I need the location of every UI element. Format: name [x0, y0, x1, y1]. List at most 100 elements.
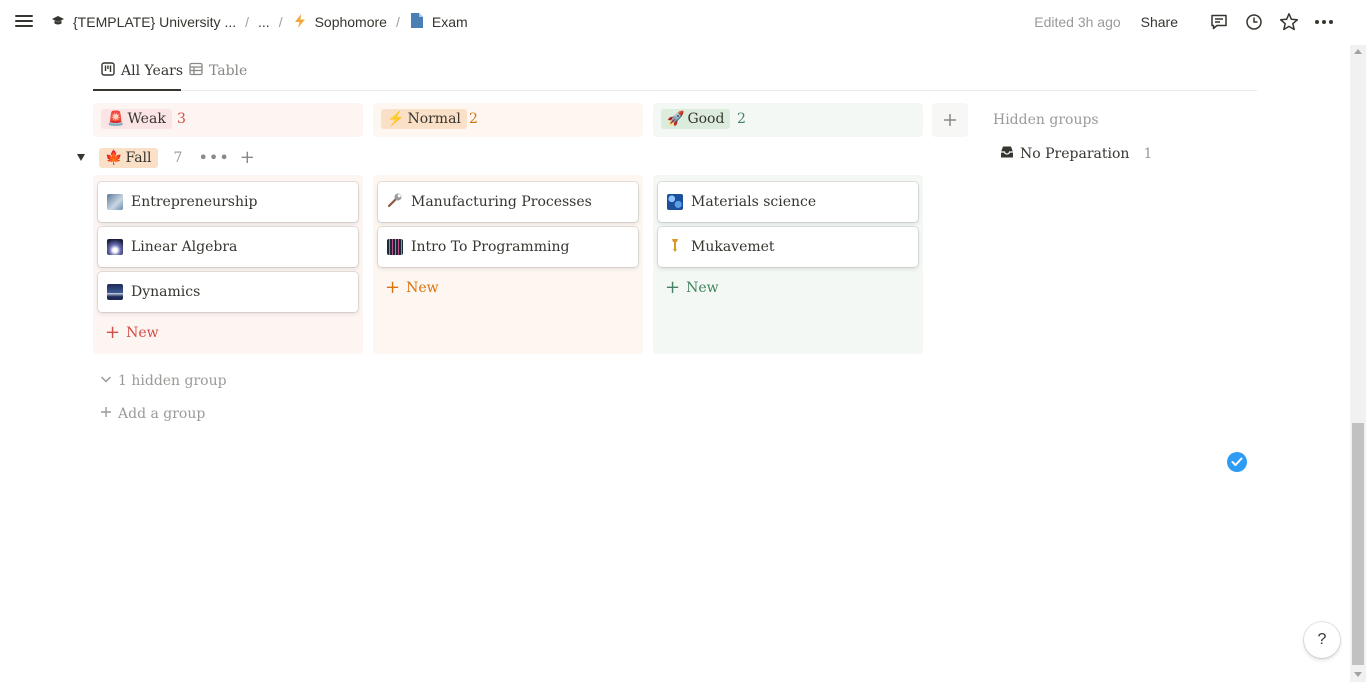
column-header-weak[interactable]: 🚨 Weak 3 [93, 103, 363, 137]
column-header-normal[interactable]: ⚡ Normal 2 [373, 103, 643, 137]
hidden-group-count: 1 [1143, 146, 1153, 162]
column-label: Weak [127, 111, 166, 127]
cover-thumbnail-icon [107, 194, 123, 210]
new-label: New [126, 325, 159, 341]
breadcrumb-item-exam[interactable]: Exam [409, 13, 468, 31]
rocket-icon: 🚀 [667, 111, 685, 127]
breadcrumb-label: ... [258, 14, 270, 30]
group-more-icon[interactable]: ••• [198, 148, 229, 167]
inbox-icon [1000, 145, 1014, 163]
cover-thumbnail-icon [107, 239, 123, 255]
breadcrumb: {TEMPLATE} University ... / ... / Sophom… [50, 13, 468, 31]
collapse-triangle-icon[interactable] [77, 154, 85, 161]
top-right-actions: Edited 3h ago Share [1034, 12, 1334, 32]
card-title: Dynamics [131, 284, 201, 300]
breadcrumb-item-university[interactable]: {TEMPLATE} University ... [50, 14, 236, 31]
card-title: Materials science [691, 194, 817, 210]
cover-thumbnail-icon [387, 239, 403, 255]
hidden-group-toggle[interactable]: 1 hidden group [100, 373, 227, 389]
help-button[interactable]: ? [1304, 622, 1340, 658]
maple-leaf-icon: 🍁 [105, 149, 123, 166]
card-title: Intro To Programming [411, 239, 570, 255]
new-label: New [686, 280, 719, 296]
breadcrumb-item-ellipsis[interactable]: ... [258, 14, 270, 30]
lightning-icon [292, 13, 308, 31]
card-materials-science[interactable]: Materials science [658, 182, 918, 222]
breadcrumb-separator: / [395, 14, 400, 30]
breadcrumb-separator: / [245, 14, 250, 30]
plus-icon: + [385, 277, 401, 298]
status-pill-good: 🚀 Good [661, 109, 731, 129]
graduation-cap-icon [50, 14, 66, 31]
status-pill-weak: 🚨 Weak [101, 109, 172, 129]
cover-thumbnail-icon [107, 284, 123, 300]
plus-icon [944, 114, 956, 126]
card-title: Manufacturing Processes [411, 194, 592, 210]
new-card-button-weak[interactable]: + New [105, 322, 159, 343]
share-button[interactable]: Share [1141, 14, 1178, 30]
breadcrumb-item-sophomore[interactable]: Sophomore [292, 13, 387, 31]
scroll-down-arrow-icon[interactable] [1354, 672, 1362, 677]
menu-icon[interactable] [14, 12, 34, 32]
chevron-down-icon [100, 373, 112, 389]
clock-icon[interactable] [1244, 12, 1264, 32]
edited-timestamp: Edited 3h ago [1034, 14, 1121, 30]
group-pill-fall[interactable]: 🍁 Fall [99, 147, 158, 168]
status-pill-normal: ⚡ Normal [381, 109, 467, 129]
view-tabs: All Years Table [93, 56, 1257, 91]
star-icon[interactable] [1279, 12, 1299, 32]
tab-all-years[interactable]: All Years [101, 62, 183, 80]
group-add-icon[interactable]: + [240, 147, 255, 168]
card-intro-to-programming[interactable]: Intro To Programming [378, 227, 638, 267]
card-title: Linear Algebra [131, 239, 238, 255]
add-column-button[interactable] [932, 103, 968, 137]
column-body-good: Materials science Mukavemet + New [653, 175, 923, 354]
breadcrumb-label: Exam [431, 14, 468, 30]
active-tab-indicator [93, 89, 181, 91]
siren-icon: 🚨 [107, 111, 125, 127]
hidden-groups-title: Hidden groups [993, 112, 1099, 128]
column-count: 3 [177, 111, 186, 127]
group-label: Fall [125, 149, 152, 166]
plus-icon [100, 406, 112, 422]
card-manufacturing-processes[interactable]: Manufacturing Processes [378, 182, 638, 222]
group-count: 7 [173, 149, 183, 166]
scrollbar-thumb[interactable] [1352, 423, 1364, 665]
breadcrumb-separator: / [278, 14, 283, 30]
card-dynamics[interactable]: Dynamics [98, 272, 358, 312]
more-icon[interactable] [1314, 12, 1334, 32]
top-bar: {TEMPLATE} University ... / ... / Sophom… [0, 0, 1350, 45]
hidden-group-label: No Preparation [1020, 146, 1130, 162]
card-mukavemet[interactable]: Mukavemet [658, 227, 918, 267]
column-body-weak: Entrepreneurship Linear Algebra Dynamics… [93, 175, 363, 354]
lightning-icon: ⚡ [387, 111, 405, 127]
column-label: Normal [407, 111, 461, 127]
tab-table[interactable]: Table [189, 62, 247, 80]
checkmark-badge-icon [1227, 452, 1247, 472]
column-body-normal: Manufacturing Processes Intro To Program… [373, 175, 643, 354]
hidden-group-label: 1 hidden group [118, 373, 227, 389]
new-card-button-normal[interactable]: + New [385, 277, 439, 298]
hidden-group-no-preparation[interactable]: No Preparation 1 [1000, 145, 1152, 163]
add-group-label: Add a group [118, 406, 206, 422]
scroll-up-arrow-icon[interactable] [1354, 49, 1362, 54]
add-group-button[interactable]: Add a group [100, 406, 205, 422]
column-header-good[interactable]: 🚀 Good 2 [653, 103, 923, 137]
tab-label: Table [209, 63, 248, 79]
card-title: Mukavemet [691, 239, 775, 255]
new-label: New [406, 280, 439, 296]
cover-thumbnail-icon [667, 194, 683, 210]
table-icon [189, 62, 203, 80]
plus-icon: + [105, 322, 121, 343]
new-card-button-good[interactable]: + New [665, 277, 719, 298]
plus-icon: + [665, 277, 681, 298]
column-count: 2 [469, 111, 478, 127]
column-label: Good [687, 111, 725, 127]
column-count: 2 [737, 111, 746, 127]
bolt-icon [667, 237, 683, 257]
card-linear-algebra[interactable]: Linear Algebra [98, 227, 358, 267]
comment-icon[interactable] [1209, 12, 1229, 32]
card-entrepreneurship[interactable]: Entrepreneurship [98, 182, 358, 222]
card-title: Entrepreneurship [131, 194, 258, 210]
wrench-icon [387, 192, 403, 212]
